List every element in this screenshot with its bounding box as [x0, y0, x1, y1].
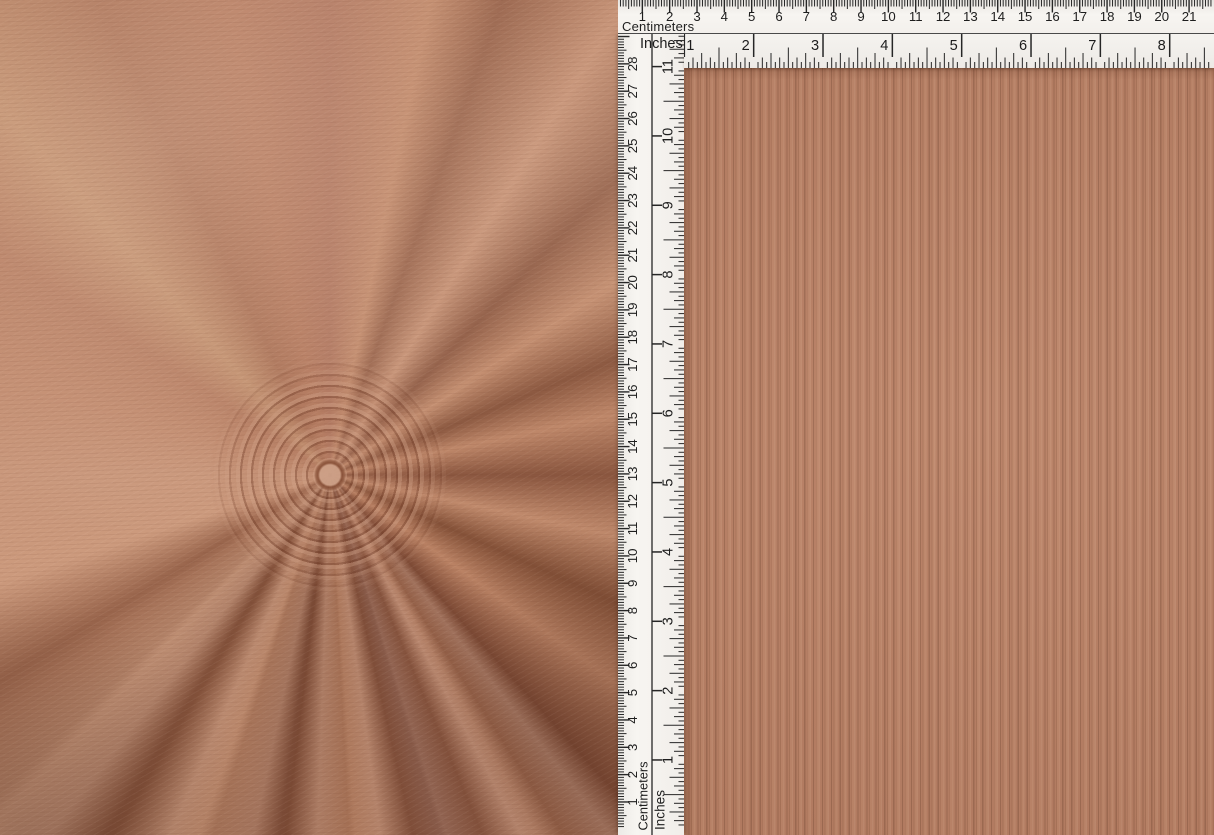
- svg-text:4: 4: [880, 38, 888, 54]
- svg-text:10: 10: [881, 9, 896, 24]
- svg-text:1: 1: [661, 756, 677, 764]
- fabric-product-photo: 1234567891011121314151617181920212223242…: [0, 0, 1214, 835]
- svg-text:9: 9: [857, 9, 864, 24]
- svg-text:2: 2: [742, 38, 750, 54]
- svg-text:17: 17: [625, 357, 640, 372]
- svg-text:3: 3: [661, 617, 677, 625]
- svg-text:5: 5: [950, 38, 958, 54]
- vertical-ruler-inches-label: Inches: [653, 790, 668, 830]
- svg-text:28: 28: [625, 57, 640, 72]
- vertical-ruler-centimeters-label: Centimeters: [636, 762, 651, 831]
- svg-text:16: 16: [625, 385, 640, 400]
- horizontal-ruler-inch-section: 1 2 3 4 5 6 7 8: [684, 34, 1214, 68]
- svg-text:12: 12: [625, 494, 640, 509]
- svg-text:10: 10: [661, 128, 677, 144]
- svg-text:21: 21: [1182, 9, 1197, 24]
- flat-ribbed-fabric-swatch: [685, 68, 1214, 835]
- svg-text:26: 26: [625, 111, 640, 126]
- svg-text:19: 19: [1127, 9, 1142, 24]
- svg-text:11: 11: [625, 522, 640, 536]
- svg-text:1: 1: [686, 38, 694, 54]
- svg-text:13: 13: [963, 9, 978, 24]
- svg-text:16: 16: [1045, 9, 1060, 24]
- horizontal-ruler-inch-ticks: 1 2 3 4 5 6 7 8: [684, 34, 1214, 68]
- svg-text:15: 15: [1018, 9, 1033, 24]
- svg-text:13: 13: [625, 467, 640, 482]
- svg-text:8: 8: [1158, 38, 1166, 54]
- svg-text:7: 7: [625, 634, 640, 641]
- horizontal-ruler-inches-label: Inches: [640, 36, 683, 52]
- horizontal-ruler-cm-ticks: 123456789101112131415161718192021: [618, 0, 1214, 33]
- svg-text:24: 24: [625, 166, 640, 181]
- svg-text:6: 6: [1019, 38, 1027, 54]
- swirled-fabric-photo: [0, 0, 620, 835]
- vertical-ruler: 1234567891011121314151617181920212223242…: [618, 33, 684, 835]
- svg-text:20: 20: [625, 275, 640, 290]
- horizontal-ruler-cm-section: 123456789101112131415161718192021 Centim…: [618, 0, 1214, 34]
- svg-text:25: 25: [625, 139, 640, 154]
- svg-text:6: 6: [625, 662, 640, 669]
- fabric-swirl-center: [210, 355, 450, 595]
- svg-text:3: 3: [693, 9, 700, 24]
- svg-text:7: 7: [661, 340, 677, 348]
- svg-text:8: 8: [661, 271, 677, 279]
- svg-text:22: 22: [625, 221, 640, 236]
- svg-text:10: 10: [625, 549, 640, 564]
- svg-text:4: 4: [625, 716, 640, 723]
- svg-text:20: 20: [1154, 9, 1169, 24]
- svg-text:4: 4: [661, 548, 677, 556]
- svg-text:23: 23: [625, 193, 640, 208]
- svg-text:7: 7: [803, 9, 810, 24]
- svg-text:5: 5: [748, 9, 755, 24]
- svg-text:18: 18: [1100, 9, 1115, 24]
- svg-text:3: 3: [811, 38, 819, 54]
- svg-text:15: 15: [625, 412, 640, 427]
- svg-text:12: 12: [936, 9, 951, 24]
- svg-text:17: 17: [1072, 9, 1087, 24]
- svg-text:8: 8: [830, 9, 837, 24]
- horizontal-ruler-centimeters-label: Centimeters: [622, 19, 694, 34]
- svg-text:2: 2: [661, 687, 677, 695]
- svg-text:9: 9: [625, 580, 640, 587]
- svg-text:14: 14: [625, 439, 640, 454]
- svg-text:5: 5: [661, 479, 677, 487]
- svg-text:8: 8: [625, 607, 640, 614]
- svg-text:18: 18: [625, 330, 640, 345]
- svg-text:6: 6: [661, 409, 677, 417]
- svg-text:9: 9: [661, 201, 677, 209]
- svg-text:19: 19: [625, 303, 640, 318]
- svg-text:7: 7: [1088, 38, 1096, 54]
- svg-text:6: 6: [775, 9, 782, 24]
- svg-text:14: 14: [990, 9, 1005, 24]
- svg-text:11: 11: [909, 9, 923, 24]
- svg-text:3: 3: [625, 744, 640, 751]
- svg-text:27: 27: [625, 84, 640, 99]
- svg-text:11: 11: [661, 59, 677, 74]
- vertical-ruler-ticks: 1234567891011121314151617181920212223242…: [618, 33, 684, 835]
- svg-text:21: 21: [625, 248, 640, 263]
- svg-text:5: 5: [625, 689, 640, 696]
- svg-text:4: 4: [721, 9, 728, 24]
